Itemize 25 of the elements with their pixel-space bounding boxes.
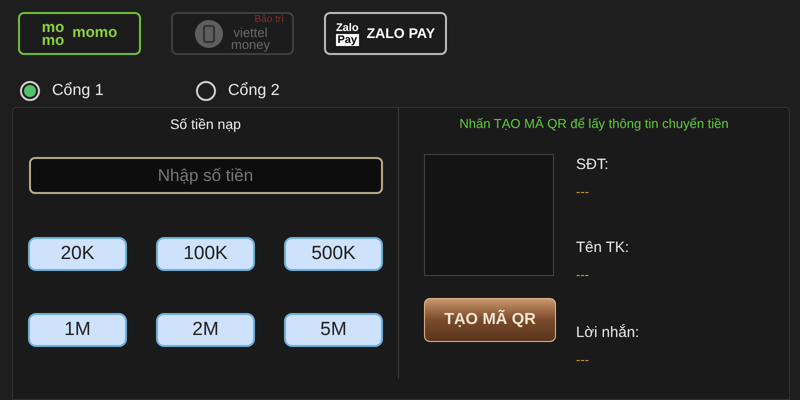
viettel-label: viettel money — [230, 27, 270, 51]
amount-title: Số tiền nạp — [170, 115, 241, 134]
logo-mark: mo mo — [42, 20, 64, 46]
amount-preset[interactable]: 5M — [284, 313, 383, 347]
maintenance-label: Bảo trì — [254, 14, 284, 25]
create-qr-button[interactable]: TẠO MÃ QR — [424, 298, 556, 342]
info-value: --- — [576, 266, 590, 284]
amount-preset[interactable]: 100K — [156, 237, 255, 271]
info-value: --- — [576, 351, 590, 369]
qr-hint: Nhấn TẠO MÃ QR để lấy thông tin chuyển tiền — [458, 115, 730, 133]
amount-preset[interactable]: 20K — [28, 237, 127, 271]
logo-mark: Zalo Pay — [336, 22, 359, 46]
info-label: Lời nhắn: — [576, 322, 640, 342]
info-value: --- — [576, 183, 590, 201]
info-label: Tên TK: — [576, 238, 630, 258]
amount-field[interactable]: Nhập số tiền — [28, 157, 382, 194]
amount-preset[interactable]: 1M — [28, 313, 127, 347]
amount-preset[interactable]: 2M — [156, 313, 255, 347]
phone-icon — [194, 20, 223, 48]
momo-label: momo — [72, 23, 118, 44]
radio-option[interactable]: Cổng 1 — [20, 75, 196, 107]
info-label: SĐT: — [576, 154, 610, 174]
amount-preset[interactable]: 500K — [284, 237, 383, 271]
radio-option[interactable]: Cổng 2 — [196, 75, 372, 107]
zalopay-label: ZALO PAY — [366, 24, 436, 43]
